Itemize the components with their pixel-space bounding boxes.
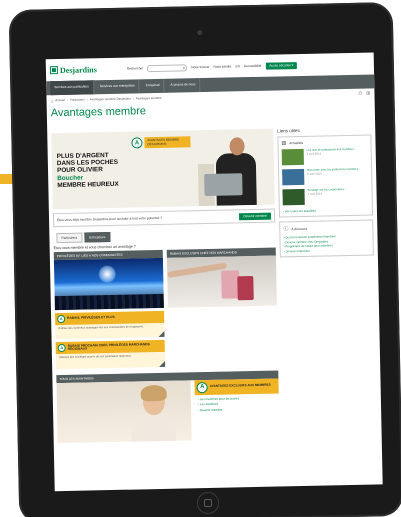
contact-link[interactable]: Nous joindre	[213, 64, 231, 68]
tab-entreprises[interactable]: Entreprises	[84, 231, 111, 243]
news-box: ▤ Actualités Les avis de participants de…	[277, 134, 374, 218]
news-box-title: Actualités	[289, 140, 304, 146]
camera-icon	[197, 30, 203, 36]
sponsorship-card: PRIVILÈGES AV. LIÉS À NOS COMMANDITES A …	[53, 249, 166, 369]
membership-prompt: Êtes-vous déjà membre Desjardins pour ac…	[52, 208, 276, 228]
benefits-list-box: A AVANTAGES EXCLUSIFS AUX MEMBRES Les me…	[194, 378, 280, 440]
corner-arrow-icon	[159, 360, 166, 367]
sidebar: Liens utiles ▤ Actualités Les avis de pa…	[277, 127, 374, 258]
discover-box-title: À découvrir	[291, 226, 308, 231]
logo-text: Desjardins	[59, 64, 97, 75]
nav-item-cooperative[interactable]: Coopérati	[141, 78, 165, 94]
hero-banner[interactable]: A AVANTAGES MEMBRE DESJARDINS PLUS D'ARG…	[51, 128, 275, 210]
search-icon[interactable]: ⌕	[182, 65, 185, 71]
stage: Desjardins Rechercher ⌕ Nous trouver Nou…	[0, 0, 401, 517]
offer-title: RABAIS PROCHAIN CHEF, PRIVILÈGES MARCHAN…	[67, 341, 150, 352]
print-icon[interactable]: ⎙	[358, 91, 362, 97]
banner-badge-text: AVANTAGES MEMBRE DESJARDINS	[144, 136, 191, 148]
offer-cards: PRIVILÈGES AV. LIÉS À NOS COMMANDITES A …	[53, 247, 278, 369]
logo-icon	[49, 66, 59, 75]
share-icon[interactable]: ⊞	[366, 91, 370, 97]
avantages-logo-icon: A	[196, 381, 208, 393]
news-thumbnail	[282, 188, 305, 206]
breadcrumb-item[interactable]: Particuliers	[70, 98, 85, 102]
info-icon: ⓘ	[283, 226, 289, 233]
offer-item[interactable]: A RABAIS PROCHAIN CHEF, PRIVILÈGES MARCH…	[55, 340, 166, 369]
breadcrumb-item[interactable]: Accueil	[55, 98, 65, 102]
merchant-card: RABAIS EXCLUSIFS CHEZ NOS MARCHANDS	[166, 247, 278, 367]
news-icon: ▤	[281, 140, 287, 147]
avantages-logo-icon: A	[131, 137, 143, 149]
corner-arrow-icon	[158, 331, 165, 338]
lang-link[interactable]: EN	[235, 64, 240, 68]
secure-access-label: Accès sécurisé	[269, 63, 291, 68]
breadcrumb-item[interactable]: Avantages membre Desjardins	[90, 97, 131, 102]
home-square-icon	[203, 498, 213, 508]
membership-prompt-text: Êtes-vous déjà membre Desjardins pour ac…	[57, 215, 163, 223]
page-tools: ⎙ ⊞	[358, 91, 370, 97]
discover-box: ⓘ À découvrir Qu'est-ce qu'une coopérati…	[279, 219, 374, 258]
banner-headline: PLUS D'ARGENT DANS LES POCHES POUR OLIVI…	[57, 151, 138, 189]
list-item[interactable]: Rencontre avec les partenaires membres 2 …	[282, 167, 368, 186]
tablet-frame: Desjardins Rechercher ⌕ Nous trouver Nou…	[8, 2, 401, 517]
become-member-button[interactable]: Devenir membre	[239, 212, 272, 220]
avantages-logo-icon: A	[57, 314, 66, 324]
banner-line2: DANS LES POCHES POUR OLIVIER	[56, 158, 119, 175]
discover-list: Qu'est-ce qu'une coopérative financière …	[283, 234, 369, 254]
news-thumbnail	[282, 168, 305, 186]
nav-item-entreprises[interactable]: Services aux entreprises	[95, 79, 140, 95]
news-date: 1 avril 2014	[307, 191, 323, 197]
search-label: Rechercher	[126, 66, 144, 71]
benefits-list: Les membres pour les jeunes Les membres …	[195, 393, 279, 415]
nav-item-particuliers[interactable]: Services aux particuliers	[50, 80, 94, 96]
banner-photo	[189, 133, 270, 207]
shopping-image[interactable]	[166, 255, 277, 308]
banner-line4: MEMBRE HEUREUX	[57, 180, 119, 189]
breadcrumb-current: Avantages membre	[135, 95, 162, 101]
home-button[interactable]	[196, 491, 220, 515]
logo[interactable]: Desjardins	[49, 64, 97, 75]
screen: Desjardins Rechercher ⌕ Nous trouver Nou…	[45, 52, 383, 492]
list-item[interactable]: Devenir membre	[198, 406, 276, 413]
child-image[interactable]	[56, 380, 192, 443]
accessibility-link[interactable]: Accessibilité	[244, 64, 262, 68]
nav-item-about[interactable]: À propos de nous	[166, 78, 201, 93]
offer-item[interactable]: A RABAIS, PRIVILÈGES ET PLUS Profitez de…	[55, 310, 165, 340]
concert-image[interactable]	[53, 257, 164, 311]
chevron-down-icon: ▾	[291, 63, 294, 68]
secure-access-button[interactable]: Accès sécurisé ▾	[265, 61, 298, 70]
news-date: 2 avril 2014	[307, 171, 322, 177]
offer-title: AVANTAGES EXCLUSIFS AUX MEMBRES	[209, 383, 271, 389]
avantages-logo-icon: A	[57, 344, 66, 353]
sidebar-title: Liens utiles	[277, 128, 300, 134]
list-item[interactable]: Les avis de participants des membres 5 av…	[281, 147, 368, 166]
find-us-link[interactable]: Nous trouver	[191, 65, 209, 69]
tab-particuliers[interactable]: Particuliers	[56, 232, 83, 244]
news-date: 5 avril 2014	[306, 151, 322, 157]
all-benefits-section: TOUS LES AVANTAGES A AVANTAGES EXCLUSIFS…	[56, 370, 279, 443]
banner-badge: A AVANTAGES MEMBRE DESJARDINS	[131, 136, 191, 149]
news-thumbnail	[281, 148, 304, 166]
audience-tabs: Particuliers Entreprises	[53, 229, 275, 244]
offer-text: Obtenez des privilèges auprès de nos par…	[58, 354, 132, 360]
offer-text: Profitez des nombreux avantages liés aux…	[58, 325, 144, 331]
search-input[interactable]: ⌕	[147, 63, 188, 72]
main-content: A AVANTAGES MEMBRE DESJARDINS PLUS D'ARG…	[51, 128, 279, 443]
offer-title: RABAIS, PRIVILÈGES ET PLUS	[67, 315, 115, 321]
see-all-link[interactable]: › Voir toutes les actualités	[283, 208, 369, 214]
list-item[interactable]: Sondage sur les coopératives 1 avril 2014	[282, 187, 368, 206]
home-icon[interactable]: ⌂	[51, 98, 54, 103]
